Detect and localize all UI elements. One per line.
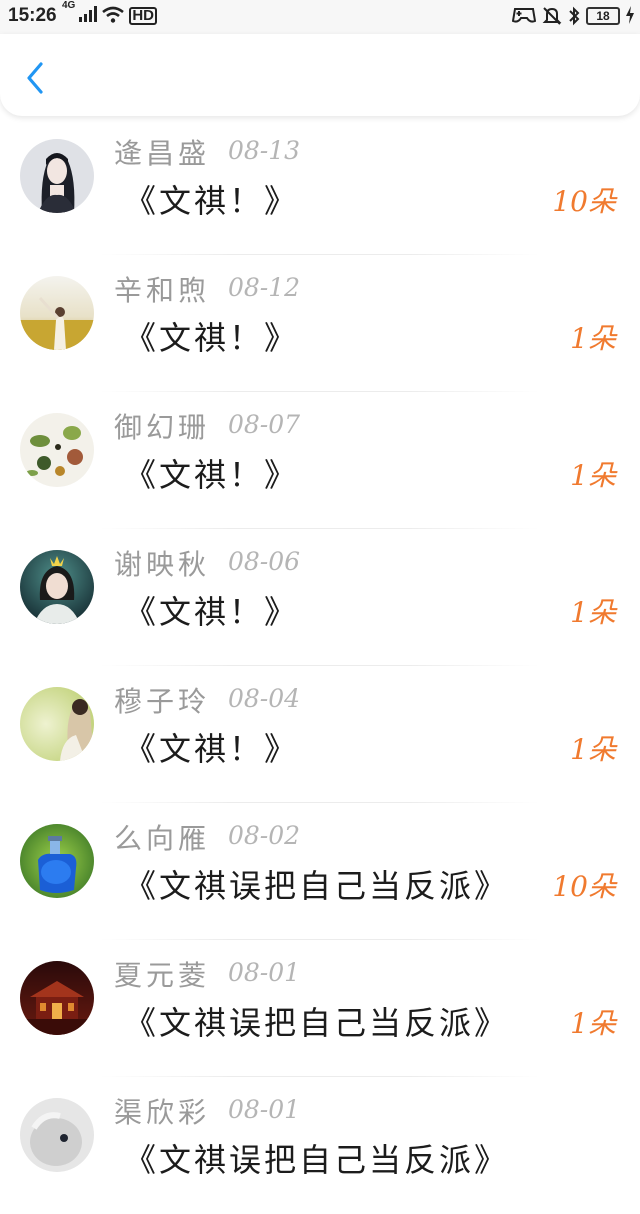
gift-count: 10朵 (552, 870, 616, 903)
date-label: 08-07 (228, 410, 301, 439)
user-name: 谢映秋 (114, 548, 211, 581)
avatar[interactable] (20, 1098, 94, 1172)
bluetooth-icon (568, 6, 580, 26)
gift-count: 1朵 (570, 459, 616, 492)
user-name: 夏元菱 (114, 959, 211, 992)
status-time: 15:26 (8, 5, 57, 26)
top-header (0, 34, 640, 116)
game-mode-icon (511, 6, 537, 26)
avatar[interactable] (20, 961, 94, 1035)
gift-count: 10朵 (552, 185, 616, 218)
book-title: 《文祺误把自己当反派》 (124, 1004, 510, 1042)
book-title: 《文祺误把自己当反派》 (124, 1141, 510, 1179)
chevron-left-icon (27, 62, 43, 94)
user-name: 么向雁 (114, 822, 211, 855)
book-title: 《文祺！》 (124, 593, 300, 631)
book-title: 《文祺！》 (124, 456, 300, 494)
gift-count: 1朵 (570, 1007, 616, 1040)
date-label: 08-02 (228, 821, 301, 850)
date-label: 08-12 (228, 273, 301, 302)
battery-icon: 18 (586, 7, 620, 25)
mute-bell-icon (542, 6, 562, 26)
date-label: 08-06 (228, 547, 301, 576)
status-right-icons: 18 (511, 6, 634, 26)
avatar[interactable] (20, 824, 94, 898)
date-label: 08-13 (228, 136, 301, 165)
book-title: 《文祺！》 (124, 730, 300, 768)
wifi-icon (101, 6, 125, 26)
gift-count: 1朵 (570, 322, 616, 355)
avatar[interactable] (20, 687, 94, 761)
user-name: 御幻珊 (114, 411, 211, 444)
list-item[interactable]: 穆子玲 08-04 《文祺！》 1朵 (0, 666, 640, 803)
gift-count: 1朵 (570, 733, 616, 766)
network-4g-icon: 4G (62, 0, 76, 11)
signal-icon (79, 6, 98, 26)
avatar[interactable] (20, 550, 94, 624)
avatar[interactable] (20, 413, 94, 487)
list-item[interactable]: 辛和煦 08-12 《文祺！》 1朵 (0, 255, 640, 392)
user-name: 逄昌盛 (114, 137, 211, 170)
list-item[interactable]: 夏元菱 08-01 《文祺误把自己当反派》 1朵 (0, 940, 640, 1077)
back-button[interactable] (18, 58, 52, 98)
book-title: 《文祺误把自己当反派》 (124, 867, 510, 905)
list-item[interactable]: 谢映秋 08-06 《文祺！》 1朵 (0, 529, 640, 666)
status-left-icons: 4G HD (62, 1, 158, 26)
avatar[interactable] (20, 139, 94, 213)
list-item[interactable]: 逄昌盛 08-13 《文祺！》 10朵 (0, 118, 640, 255)
list-item[interactable]: 么向雁 08-02 《文祺误把自己当反派》 10朵 (0, 803, 640, 940)
reward-list: 逄昌盛 08-13 《文祺！》 10朵 辛和煦 08-12 《文祺！》 1朵 御… (0, 118, 640, 1214)
status-bar: 15:26 4G HD 18 (0, 0, 640, 34)
date-label: 08-01 (228, 958, 301, 987)
book-title: 《文祺！》 (124, 182, 300, 220)
user-name: 辛和煦 (114, 274, 211, 307)
charging-icon (626, 6, 634, 26)
avatar[interactable] (20, 276, 94, 350)
user-name: 渠欣彩 (114, 1096, 211, 1129)
date-label: 08-04 (228, 684, 301, 713)
book-title: 《文祺！》 (124, 319, 300, 357)
list-item[interactable]: 渠欣彩 08-01 《文祺误把自己当反派》 (0, 1077, 640, 1214)
date-label: 08-01 (228, 1095, 301, 1124)
gift-count: 1朵 (570, 596, 616, 629)
list-item[interactable]: 御幻珊 08-07 《文祺！》 1朵 (0, 392, 640, 529)
hd-icon: HD (129, 7, 158, 25)
user-name: 穆子玲 (114, 685, 211, 718)
